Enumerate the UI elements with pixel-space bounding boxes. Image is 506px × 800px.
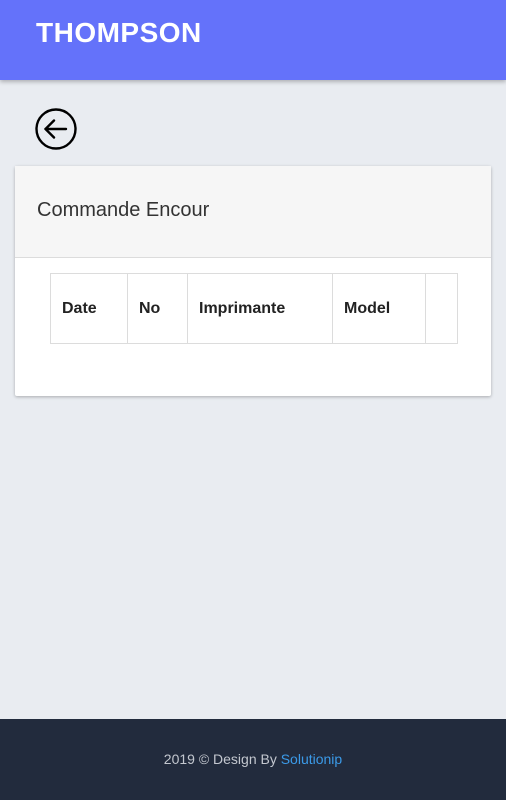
column-header-imprimante[interactable]: Imprimante	[187, 273, 333, 344]
column-header-model[interactable]: Model	[332, 273, 426, 344]
back-button[interactable]	[34, 107, 78, 151]
column-header-date[interactable]: Date	[50, 273, 128, 344]
card-title: Commande Encour	[37, 199, 210, 221]
orders-table-container: Date No Imprimante Model	[50, 273, 458, 344]
table-header-row: Date No Imprimante Model	[50, 273, 458, 344]
column-header-actions	[425, 273, 458, 344]
footer-link-solutionip[interactable]: Solutionip	[281, 751, 343, 767]
orders-table: Date No Imprimante Model	[50, 273, 458, 344]
footer: 2019 © Design By Solutionip	[0, 719, 506, 800]
orders-card: Commande Encour Date No Imprimante Model	[15, 166, 491, 396]
column-header-no[interactable]: No	[127, 273, 188, 344]
brand-title: THOMPSON	[36, 17, 202, 48]
arrow-left-circle-icon	[35, 108, 77, 150]
top-app-bar: THOMPSON	[0, 0, 506, 80]
footer-copyright: 2019 © Design By	[163, 751, 277, 767]
card-header: Commande Encour	[15, 166, 491, 258]
footer-text: 2019 © Design By Solutionip	[0, 751, 506, 767]
